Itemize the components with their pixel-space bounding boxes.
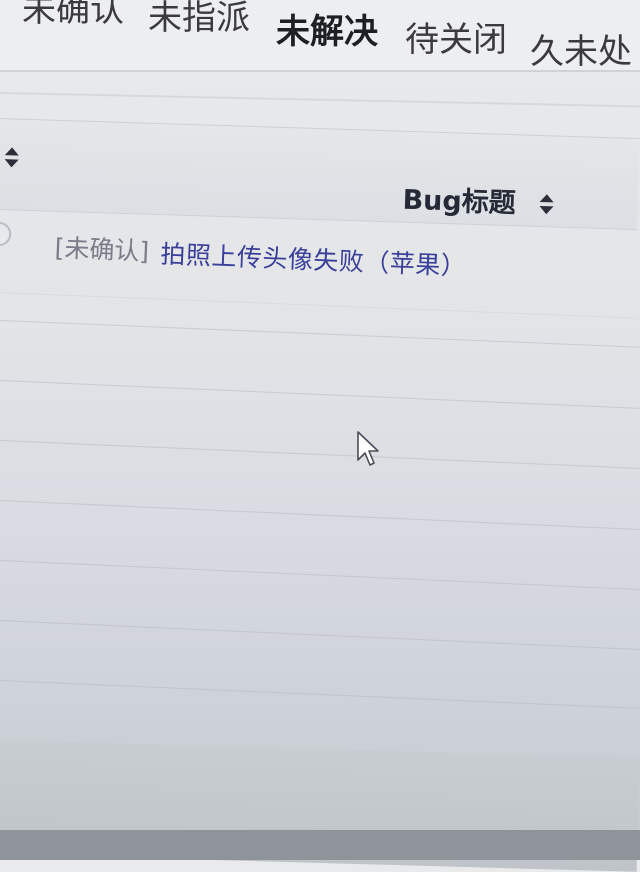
table-header: Bug标题 — [0, 118, 640, 231]
table-row[interactable]: [未确认] 拍照上传头像失败（苹果） — [0, 214, 640, 319]
divider — [0, 380, 640, 409]
divider — [0, 92, 640, 108]
divider — [0, 320, 640, 348]
sort-icon[interactable] — [4, 147, 20, 169]
bug-status: [未确认] — [54, 233, 150, 267]
cursor-arrow-icon — [357, 431, 379, 466]
bug-title-link[interactable]: 拍照上传头像失败（苹果） — [160, 234, 467, 282]
divider — [0, 560, 640, 591]
status-tabs: 未确认 未指派 未解决 待关闭 久未处 — [0, 0, 640, 72]
tab-unresolved[interactable]: 未解决 — [276, 10, 378, 54]
divider — [0, 440, 640, 469]
tab-unconfirmed[interactable]: 未确认 — [22, 0, 124, 32]
divider — [0, 620, 640, 651]
column-header-bug-title[interactable]: Bug标题 — [402, 178, 516, 221]
row-checkbox[interactable] — [0, 221, 12, 247]
sort-icon[interactable] — [539, 193, 554, 216]
divider — [0, 500, 640, 531]
tab-to-close[interactable]: 待关闭 — [405, 18, 507, 62]
tab-long-unhandled[interactable]: 久未处 — [530, 30, 632, 70]
screen-bezel — [0, 830, 640, 860]
divider — [0, 680, 640, 709]
tab-unassigned[interactable]: 未指派 — [148, 0, 250, 40]
